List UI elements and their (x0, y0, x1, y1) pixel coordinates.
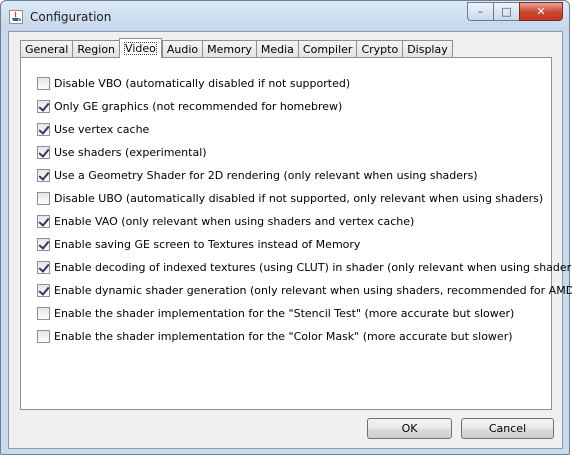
dialog-content: General Region Video Audio Memory Media … (8, 31, 572, 449)
option-row[interactable]: Enable saving GE screen to Textures inst… (37, 233, 572, 256)
option-row[interactable]: Enable the shader implementation for the… (37, 302, 572, 325)
option-row[interactable]: Enable dynamic shader generation (only r… (37, 279, 572, 302)
checkbox-unchecked[interactable] (37, 77, 50, 90)
option-list: Disable VBO (automatically disabled if n… (37, 72, 572, 348)
option-row[interactable]: Only GE graphics (not recommended for ho… (37, 95, 572, 118)
checkbox-checked[interactable] (37, 169, 50, 182)
configuration-window: Configuration – □ ✕ General Region Video… (0, 0, 572, 455)
checkbox-checked[interactable] (37, 100, 50, 113)
tab-label: Region (77, 43, 116, 56)
tab-crypto[interactable]: Crypto (356, 40, 403, 57)
tab-region[interactable]: Region (72, 40, 120, 57)
option-row[interactable]: Enable VAO (only relevant when using sha… (37, 210, 572, 233)
option-label: Enable decoding of indexed textures (usi… (54, 261, 572, 274)
tab-label: Crypto (361, 43, 399, 56)
option-label: Enable dynamic shader generation (only r… (54, 284, 572, 297)
title-bar[interactable]: Configuration – □ ✕ (1, 1, 569, 31)
maximize-icon: □ (501, 5, 512, 18)
window-title: Configuration (30, 10, 112, 24)
minimize-button[interactable]: – (467, 2, 493, 21)
tab-label: Compiler (302, 43, 353, 56)
option-label: Use vertex cache (54, 123, 150, 136)
tab-audio[interactable]: Audio (161, 40, 203, 57)
close-button[interactable]: ✕ (519, 2, 563, 21)
option-label: Disable VBO (automatically disabled if n… (54, 77, 351, 90)
ok-button[interactable]: OK (367, 418, 452, 439)
option-row[interactable]: Disable UBO (automatically disabled if n… (37, 187, 572, 210)
option-label: Use a Geometry Shader for 2D rendering (… (54, 169, 478, 182)
option-label: Enable the shader implementation for the… (54, 307, 515, 320)
checkbox-unchecked[interactable] (37, 307, 50, 320)
option-row[interactable]: Disable VBO (automatically disabled if n… (37, 72, 572, 95)
checkbox-checked[interactable] (37, 284, 50, 297)
tab-label: Video (124, 42, 157, 55)
tab-label: Memory (207, 43, 252, 56)
checkbox-checked[interactable] (37, 238, 50, 251)
tab-strip: General Region Video Audio Memory Media … (20, 38, 453, 58)
checkbox-unchecked[interactable] (37, 330, 50, 343)
option-label: Enable saving GE screen to Textures inst… (54, 238, 361, 251)
option-label: Disable UBO (automatically disabled if n… (54, 192, 544, 205)
checkbox-checked[interactable] (37, 215, 50, 228)
option-row[interactable]: Use vertex cache (37, 118, 572, 141)
java-app-icon (9, 10, 23, 24)
tab-label: Audio (166, 43, 199, 56)
tab-general[interactable]: General (20, 40, 73, 57)
checkbox-checked[interactable] (37, 146, 50, 159)
tab-memory[interactable]: Memory (202, 40, 256, 57)
tab-video[interactable]: Video (119, 38, 162, 58)
option-row[interactable]: Enable decoding of indexed textures (usi… (37, 256, 572, 279)
tab-label: Display (407, 43, 448, 56)
minimize-icon: – (477, 5, 484, 18)
tab-media[interactable]: Media (255, 40, 298, 57)
tab-label: Media (260, 43, 294, 56)
close-icon: ✕ (536, 5, 546, 18)
option-row[interactable]: Use shaders (experimental) (37, 141, 572, 164)
option-label: Only GE graphics (not recommended for ho… (54, 100, 343, 113)
checkbox-checked[interactable] (37, 123, 50, 136)
tab-display[interactable]: Display (402, 40, 453, 57)
checkbox-unchecked[interactable] (37, 192, 50, 205)
option-label: Enable the shader implementation for the… (54, 330, 513, 343)
option-row[interactable]: Enable the shader implementation for the… (37, 325, 572, 348)
checkbox-checked[interactable] (37, 261, 50, 274)
option-label: Use shaders (experimental) (54, 146, 207, 159)
tab-label: General (25, 43, 69, 56)
option-row[interactable]: Use a Geometry Shader for 2D rendering (… (37, 164, 572, 187)
maximize-button[interactable]: □ (493, 2, 519, 21)
video-settings-panel: Disable VBO (automatically disabled if n… (20, 57, 572, 410)
tab-compiler[interactable]: Compiler (297, 40, 357, 57)
cancel-button[interactable]: Cancel (461, 418, 554, 439)
option-label: Enable VAO (only relevant when using sha… (54, 215, 415, 228)
window-controls: – □ ✕ (467, 2, 563, 22)
